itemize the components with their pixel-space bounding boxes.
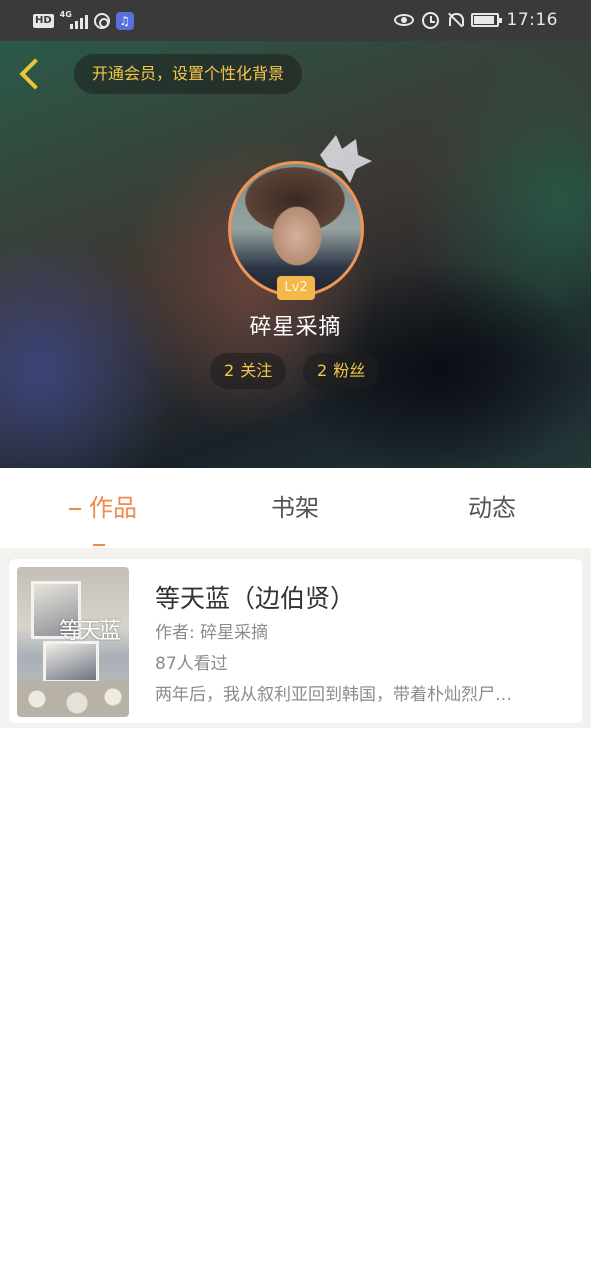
- book-title[interactable]: 等天蓝（边伯贤）: [155, 579, 355, 615]
- following-button[interactable]: 2 关注: [210, 353, 287, 389]
- vip-background-button[interactable]: 开通会员，设置个性化背景: [74, 54, 303, 94]
- tab-bookshelf[interactable]: 书架: [245, 490, 345, 526]
- music-icon: ♫: [115, 12, 134, 30]
- cover-decoration: [17, 681, 129, 717]
- fans-button[interactable]: 2 粉丝: [303, 353, 380, 389]
- status-left: HD 4G ♫: [33, 10, 134, 32]
- eye-icon: [393, 14, 414, 26]
- book-description: 两年后，我从叙利亚回到韩国，带着朴灿烈尸…: [155, 685, 512, 705]
- tab-works-label: 作品: [89, 494, 137, 522]
- tab-indicator-right: [93, 544, 105, 546]
- crown-icon: [320, 135, 372, 183]
- bell-off-icon: [447, 11, 464, 29]
- following-label: 关注: [240, 361, 273, 380]
- back-button[interactable]: [14, 57, 48, 91]
- book-cover[interactable]: 等天蓝: [17, 567, 129, 717]
- hd-icon: HD: [33, 14, 54, 28]
- tab-works[interactable]: 作品: [48, 490, 150, 546]
- section-divider: [0, 548, 591, 556]
- cover-photo: [43, 641, 99, 683]
- work-card[interactable]: 等天蓝 等天蓝（边伯贤） 作者: 碎星采摘 87人看过 两年后，我从叙利亚回到韩…: [9, 559, 582, 723]
- fans-label: 粉丝: [333, 361, 366, 380]
- username: 碎星采摘: [249, 315, 342, 340]
- profile-tabs: 作品 书架 动态: [0, 468, 591, 548]
- fans-count: 2: [317, 361, 328, 380]
- tab-feed[interactable]: 动态: [442, 490, 542, 526]
- profile-header: 开通会员，设置个性化背景 Lv2 碎星采摘 2 关注 2 粉丝: [0, 41, 591, 468]
- cover-title: 等天蓝: [59, 619, 121, 644]
- following-count: 2: [224, 361, 235, 380]
- status-right: 17:16: [393, 8, 559, 32]
- battery-icon: [470, 13, 502, 27]
- book-author: 作者: 碎星采摘: [155, 623, 269, 643]
- status-time: 17:16: [506, 10, 558, 30]
- tab-indicator-left: [69, 508, 81, 510]
- level-badge: Lv2: [277, 276, 315, 300]
- alarm-icon: [421, 11, 439, 29]
- signal-icon: 4G: [59, 10, 88, 29]
- app-icon: [93, 13, 110, 29]
- network-type: 4G: [59, 10, 72, 19]
- status-bar: HD 4G ♫ 17:16: [0, 0, 591, 41]
- book-views: 87人看过: [155, 654, 228, 674]
- works-list: 等天蓝 等天蓝（边伯贤） 作者: 碎星采摘 87人看过 两年后，我从叙利亚回到韩…: [0, 556, 591, 728]
